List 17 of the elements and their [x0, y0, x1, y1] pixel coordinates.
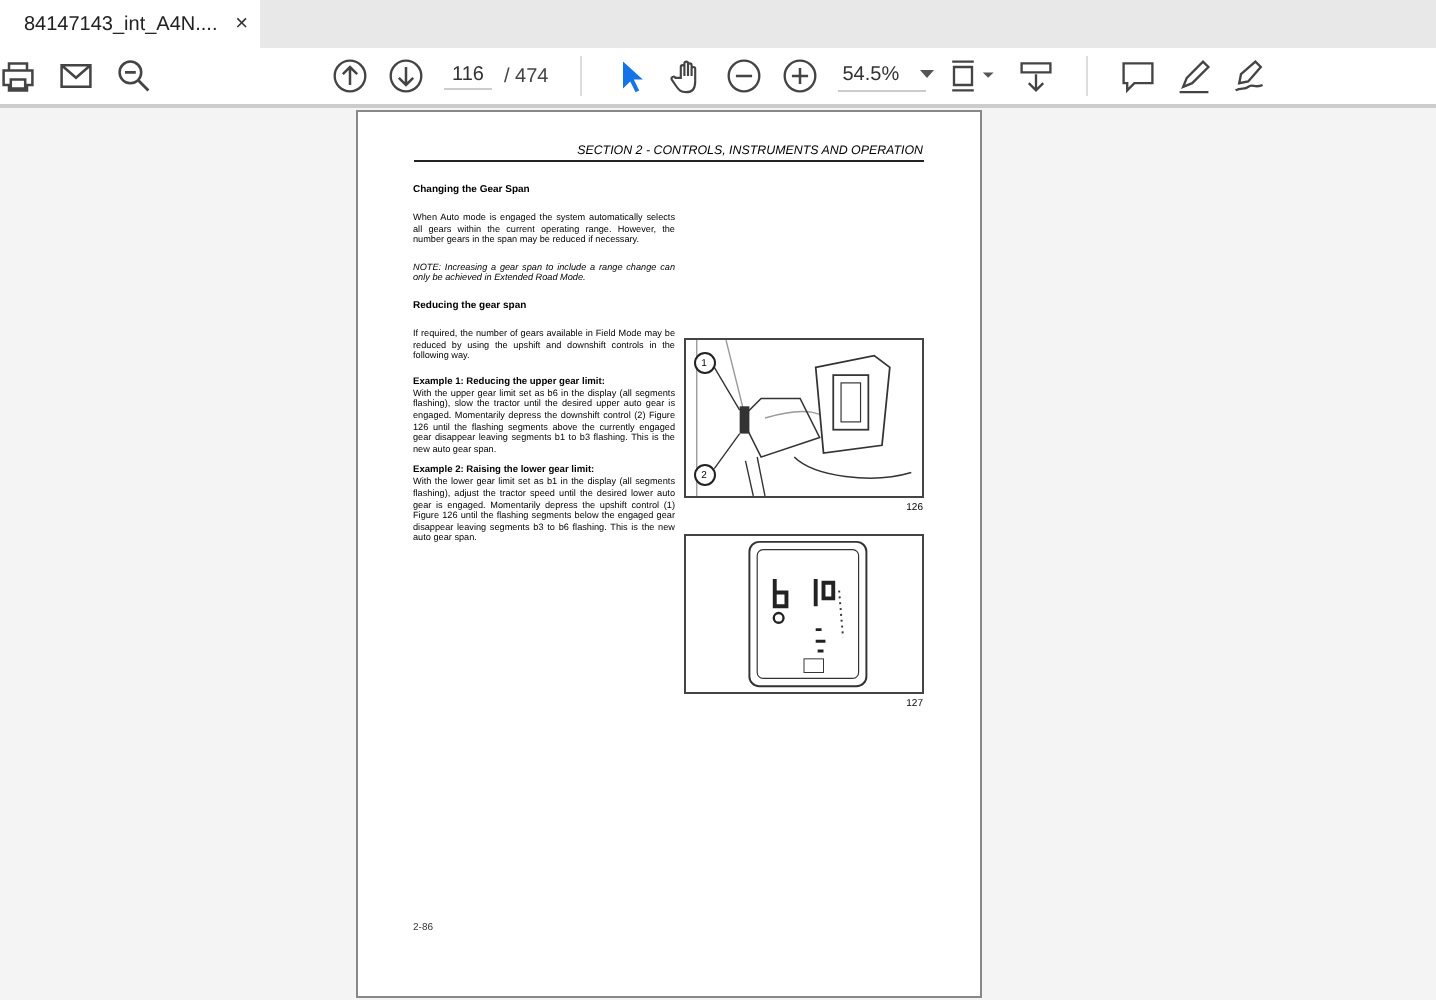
search-icon[interactable]: [116, 58, 152, 94]
signature-icon[interactable]: [1232, 58, 1269, 94]
previous-page-icon[interactable]: [332, 58, 368, 94]
page-number-field[interactable]: 116: [444, 62, 492, 90]
envelope-icon[interactable]: [58, 58, 94, 94]
tab-title: 84147143_int_A4N....: [24, 13, 218, 35]
pen-icon[interactable]: [1176, 58, 1213, 94]
page-total: / 474: [504, 65, 549, 87]
comment-icon[interactable]: [1120, 58, 1157, 94]
next-page-icon[interactable]: [388, 58, 424, 94]
fit-page-icon[interactable]: [946, 58, 999, 94]
scroll-mode-icon[interactable]: [1018, 58, 1055, 94]
zoom-in-icon[interactable]: [782, 58, 819, 94]
close-tab-button[interactable]: ×: [231, 12, 252, 36]
document-tab[interactable]: 84147143_int_A4N.... ×: [0, 0, 260, 48]
zoom-out-icon[interactable]: [726, 58, 763, 94]
print-icon[interactable]: [0, 58, 36, 94]
